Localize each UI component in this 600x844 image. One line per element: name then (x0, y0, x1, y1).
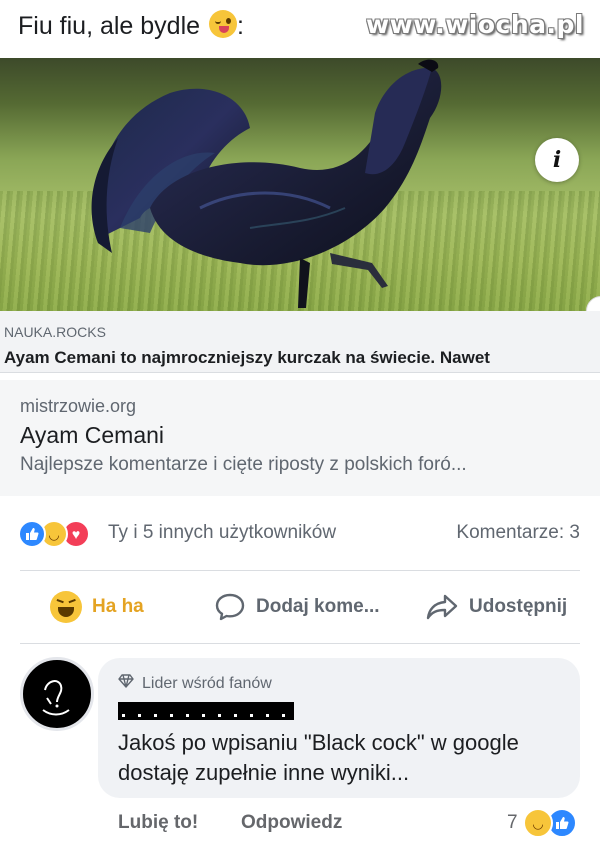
info-button[interactable]: i (535, 138, 579, 182)
haha-label: Ha ha (92, 596, 144, 617)
comment-actions: Lubię to! Odpowiedz 7 ◡ (0, 800, 600, 844)
top-fan-label: Lider wśród fanów (142, 674, 272, 692)
comment-like-button[interactable]: Lubię to! (118, 812, 198, 834)
comment-bubble[interactable]: Lider wśród fanów Jakoś po wpisaniu "Bla… (98, 658, 580, 798)
link-title[interactable]: Ayam Cemani (20, 422, 164, 449)
tongue-wink-emoji-icon (209, 10, 237, 38)
link-domain: mistrzowie.org (20, 396, 137, 416)
shared-headline[interactable]: Ayam Cemani to najmroczniejszy kurczak n… (4, 348, 490, 368)
add-comment-button[interactable]: Dodaj kome... (214, 590, 380, 624)
post-title: Fiu fiu, ale bydle : (18, 10, 244, 41)
shared-source: NAUKA.ROCKS (4, 324, 106, 340)
link-description: Najlepsze komentarze i cięte riposty z p… (20, 454, 467, 475)
comment-reply-button[interactable]: Odpowiedz (241, 812, 342, 834)
like-icon (18, 520, 46, 548)
share-button[interactable]: Udostępnij (425, 590, 567, 624)
reactions-summary-text[interactable]: Ty i 5 innych użytkowników (108, 522, 336, 544)
link-preview-card[interactable]: mistrzowie.org Ayam Cemani Najlepsze kom… (0, 380, 600, 496)
divider (20, 643, 580, 644)
share-label: Udostępnij (469, 596, 568, 617)
haha-reaction-button[interactable]: Ha ha (50, 590, 144, 624)
haha-icon (50, 591, 82, 623)
top-fan-badge: Lider wśród fanów (118, 674, 272, 693)
comment-reaction-count[interactable]: 7 (507, 812, 518, 834)
diamond-icon (118, 674, 134, 693)
post-title-text: Fiu fiu, ale bydle (18, 12, 201, 40)
add-comment-label: Dodaj kome... (256, 596, 380, 617)
shared-article-meta[interactable]: NAUKA.ROCKS Ayam Cemani to najmroczniejs… (0, 311, 600, 373)
reaction-icons[interactable]: ♥ ◡ (18, 520, 104, 548)
redacted-author-name[interactable] (118, 702, 294, 720)
comment-reaction-icons[interactable]: ◡ (523, 808, 583, 838)
divider (20, 570, 580, 571)
black-rooster-illustration (91, 59, 442, 308)
post-header: Fiu fiu, ale bydle : www.wiocha.pl (0, 0, 600, 54)
haha-icon: ◡ (523, 808, 553, 838)
comments-count[interactable]: Komentarze: 3 (456, 522, 580, 544)
comment-bubble-icon (214, 592, 246, 622)
watermark: www.wiocha.pl (366, 10, 584, 39)
shared-photo[interactable]: i (0, 58, 600, 311)
post-title-suffix: : (237, 12, 244, 40)
reactions-summary[interactable]: ♥ ◡ Ty i 5 innych użytkowników Komentarz… (0, 512, 600, 556)
comment-text: Jakoś po wpisaniu "Black cock" w google … (118, 730, 519, 785)
avatar[interactable] (20, 657, 94, 731)
post-actions: Ha ha Dodaj kome... Udostępnij (0, 584, 600, 630)
share-arrow-icon (425, 592, 459, 622)
